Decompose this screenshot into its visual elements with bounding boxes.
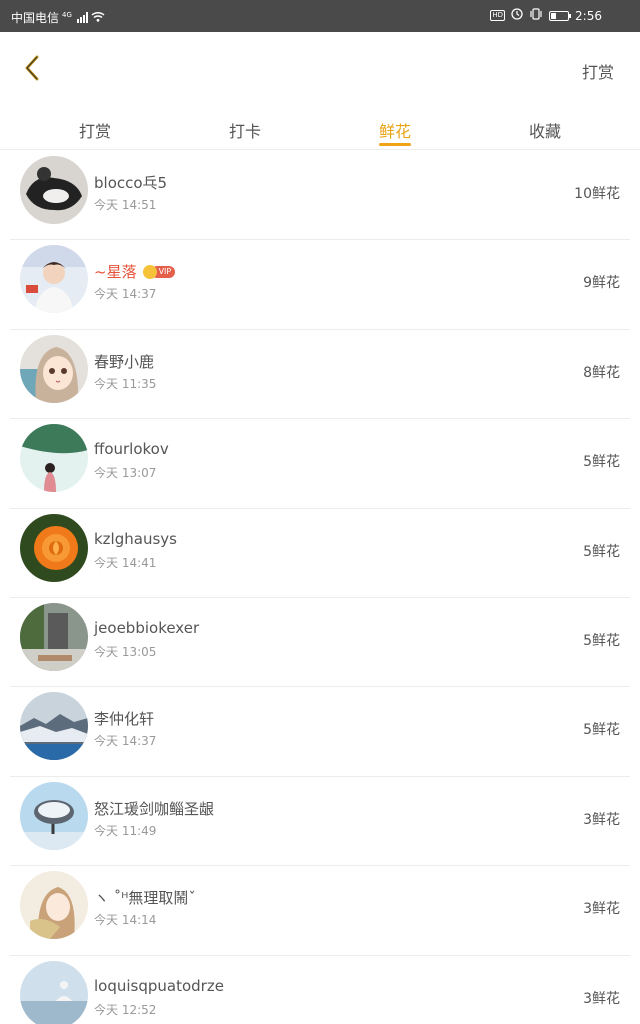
flower-count: 3鲜花 (583, 901, 620, 918)
user-name-text: loquisqpuatodrze (94, 976, 224, 995)
flower-count: 3鲜花 (583, 811, 620, 828)
list-item[interactable]: jeoebbiokexer 今天 13:05 5鲜花 (10, 598, 630, 688)
app-header: 打赏 (0, 32, 640, 108)
user-name: loquisqpuatodrze (94, 977, 224, 995)
avatar[interactable] (20, 424, 88, 493)
list-item[interactable]: 李仲化轩 今天 14:37 5鲜花 (10, 687, 630, 777)
flower-count: 8鲜花 (583, 364, 620, 381)
gift-time: 今天 14:14 (94, 913, 157, 928)
user-name: 李仲化轩 (94, 708, 154, 729)
avatar[interactable] (20, 871, 88, 940)
gift-time: 今天 12:52 (94, 1002, 157, 1017)
gift-time: 今天 14:51 (94, 198, 157, 212)
gift-time: 今天 11:35 (94, 376, 157, 391)
user-name-text: 李仲化轩 (94, 710, 155, 729)
user-name: jeoebbiokexer (94, 619, 199, 637)
user-name-text: ffourlokov (94, 440, 169, 459)
avatar[interactable] (20, 781, 88, 850)
gift-time: 今天 11:49 (94, 823, 157, 838)
tab-reward[interactable]: 打赏 (20, 118, 170, 142)
status-bar: 中国电信 4G HD 2:56 (0, 0, 640, 32)
list-item[interactable]: ヽ ˚ᴴ無理取鬧ˇ 今天 14:14 3鲜花 (10, 866, 630, 956)
tab-label: 鲜花 (378, 122, 411, 141)
tab-flowers[interactable]: 鲜花 (320, 118, 470, 146)
flower-count: 5鲜花 (583, 632, 620, 649)
user-name-text: ヽ ˚ᴴ無理取鬧ˇ (94, 889, 196, 908)
tab-label: 打赏 (78, 122, 111, 141)
flower-count: 3鲜花 (583, 990, 620, 1007)
vibrate-icon (529, 8, 543, 23)
list-item[interactable]: 怒江瑗剑咖鲻圣龈 今天 11:49 3鲜花 (10, 777, 630, 867)
user-name-text: jeoebbiokexer (94, 618, 200, 637)
gift-time: 今天 14:37 (94, 734, 157, 749)
user-name: ffourlokov (94, 440, 169, 458)
list-item[interactable]: ~星落 VIP 今天 14:37 9鲜花 (10, 240, 630, 330)
signal-icon (76, 12, 88, 23)
crown-icon (142, 264, 157, 279)
flower-count: 9鲜花 (583, 275, 620, 292)
user-name-text: ~星落 (94, 263, 137, 282)
flower-count: 10鲜花 (574, 186, 620, 202)
list-item[interactable]: kzlghausys 今天 14:41 5鲜花 (10, 509, 630, 598)
tab-favorites[interactable]: 收藏 (470, 118, 620, 142)
gift-time: 今天 14:41 (94, 555, 157, 570)
avatar[interactable] (20, 156, 88, 224)
gift-time: 今天 13:05 (94, 644, 157, 659)
user-name-text: kzlghausys (94, 529, 177, 548)
list-item[interactable]: ffourlokov 今天 13:07 5鲜花 (10, 419, 630, 509)
battery-icon (549, 10, 572, 21)
tab-label: 打卡 (228, 122, 261, 141)
flower-count: 5鲜花 (583, 722, 620, 739)
list-item[interactable]: loquisqpuatodrze 今天 12:52 3鲜花 (10, 956, 630, 1024)
gift-time: 今天 14:37 (94, 287, 157, 302)
user-name-text: 怒江瑗剑咖鲻圣龈 (94, 799, 215, 818)
avatar[interactable] (20, 960, 88, 1024)
gift-time: 今天 13:07 (94, 466, 157, 481)
user-name: ~星落 VIP (94, 261, 176, 282)
user-name: ヽ ˚ᴴ無理取鬧ˇ (94, 887, 196, 908)
user-name-text: 春野小鹿 (94, 352, 155, 371)
flower-records-list: blocco乓5 今天 14:51 10鲜花 ~星落 VIP 今天 14:37 … (0, 151, 640, 1024)
user-name: kzlghausys (94, 530, 177, 548)
wifi-icon (91, 11, 105, 25)
flower-count: 5鲜花 (583, 454, 620, 471)
user-name: blocco乓5 (94, 172, 167, 193)
back-button[interactable] (14, 52, 50, 88)
chevron-left-icon (23, 55, 41, 85)
reward-action-button[interactable]: 打赏 (582, 59, 614, 83)
user-name: 怒江瑗剑咖鲻圣龈 (94, 798, 214, 819)
avatar[interactable] (20, 602, 88, 671)
avatar[interactable] (20, 245, 88, 314)
hd-icon: HD (490, 10, 506, 21)
tab-bar: 打赏 打卡 鲜花 收藏 (0, 108, 640, 150)
user-name: 春野小鹿 (94, 351, 154, 372)
list-item[interactable]: blocco乓5 今天 14:51 10鲜花 (10, 151, 630, 241)
flower-count: 5鲜花 (583, 543, 620, 560)
clock-label: 2:56 (575, 8, 602, 23)
avatar[interactable] (20, 334, 88, 403)
avatar[interactable] (20, 692, 88, 761)
avatar[interactable] (20, 513, 88, 582)
carrier-label: 中国电信 (11, 11, 60, 25)
alarm-icon (511, 8, 523, 23)
user-name-text: blocco乓5 (94, 174, 168, 192)
tab-checkin[interactable]: 打卡 (170, 118, 320, 142)
tab-label: 收藏 (528, 122, 561, 141)
active-tab-indicator (379, 143, 411, 146)
list-item[interactable]: 春野小鹿 今天 11:35 8鲜花 (10, 330, 630, 420)
network-type-label: 4G (62, 10, 72, 19)
vip-badge: VIP (142, 264, 176, 279)
